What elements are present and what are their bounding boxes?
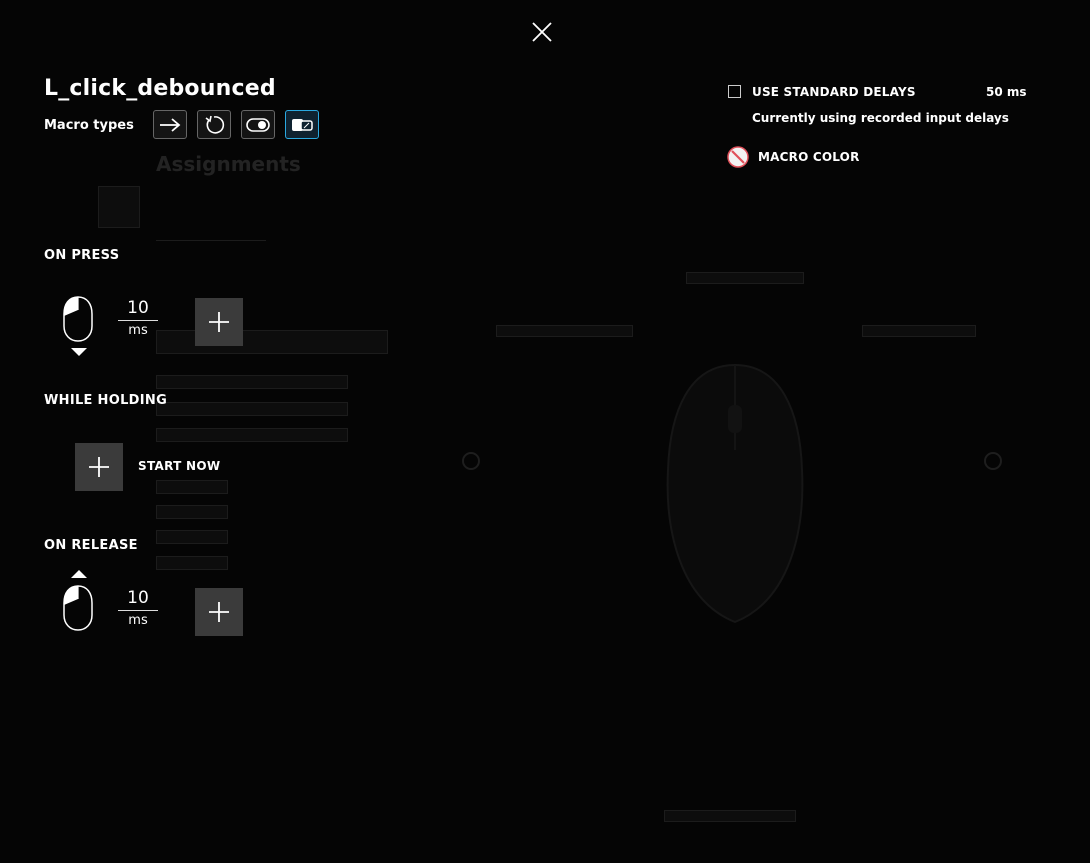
while-holding-add-button[interactable] — [75, 443, 123, 491]
background-tab-bar — [156, 222, 266, 241]
macro-type-sequence-button[interactable] — [285, 110, 319, 139]
sequence-icon — [292, 118, 313, 131]
background-panel-icon — [98, 186, 140, 228]
background-list-item — [156, 556, 228, 570]
repeat-icon — [205, 115, 225, 134]
delay-status-text: Currently using recorded input delays — [752, 111, 1009, 125]
macro-name-title[interactable]: L_click_debounced — [44, 76, 276, 101]
background-footer-toggle — [664, 810, 796, 822]
background-label-bar — [862, 325, 976, 337]
press-down-arrow-icon — [71, 348, 87, 356]
macro-color-swatch-icon[interactable] — [727, 146, 749, 168]
on-press-delay-value[interactable]: 10 — [118, 298, 158, 321]
on-press-label: ON PRESS — [44, 248, 120, 263]
close-icon[interactable] — [530, 20, 554, 44]
background-hotspot — [984, 452, 1002, 470]
on-press-add-button[interactable] — [195, 298, 243, 346]
standard-delay-value[interactable]: 50 ms — [986, 85, 1027, 99]
background-label-bar — [686, 272, 804, 284]
on-release-label: ON RELEASE — [44, 538, 138, 553]
background-list-item — [156, 428, 348, 442]
background-label-bar — [496, 325, 633, 337]
macro-color-label[interactable]: MACRO COLOR — [758, 150, 860, 164]
use-standard-delays-checkbox[interactable] — [728, 85, 741, 98]
macro-type-toggle-button[interactable] — [241, 110, 275, 139]
background-search-field — [156, 330, 388, 354]
on-release-delay[interactable]: 10 ms — [118, 588, 158, 630]
use-standard-delays-label[interactable]: USE STANDARD DELAYS — [752, 85, 916, 99]
plus-icon — [89, 457, 109, 477]
plus-icon — [209, 602, 229, 622]
macro-type-repeat-button[interactable] — [197, 110, 231, 139]
release-up-arrow-icon — [71, 570, 87, 578]
background-list-item — [156, 505, 228, 519]
on-release-delay-unit: ms — [128, 613, 148, 628]
background-list-item — [156, 530, 228, 544]
background-hotspot — [462, 452, 480, 470]
background-list-item — [156, 480, 228, 494]
background-mouse-image — [666, 363, 804, 624]
on-release-add-button[interactable] — [195, 588, 243, 636]
background-list-item — [156, 375, 348, 389]
background-assignments-title: Assignments — [156, 152, 301, 176]
on-press-delay-unit: ms — [128, 323, 148, 338]
toggle-icon — [246, 117, 270, 132]
macro-type-simple-button[interactable] — [153, 110, 187, 139]
left-click-mouse-icon[interactable] — [63, 296, 93, 342]
background-list-item — [156, 402, 348, 416]
macro-types-label: Macro types — [44, 118, 134, 133]
while-holding-label: WHILE HOLDING — [44, 393, 168, 408]
plus-icon — [209, 312, 229, 332]
on-press-delay[interactable]: 10 ms — [118, 298, 158, 340]
on-release-delay-value[interactable]: 10 — [118, 588, 158, 611]
left-click-mouse-icon[interactable] — [63, 585, 93, 631]
start-now-label[interactable]: START NOW — [138, 459, 220, 473]
arrow-right-icon — [160, 117, 181, 132]
